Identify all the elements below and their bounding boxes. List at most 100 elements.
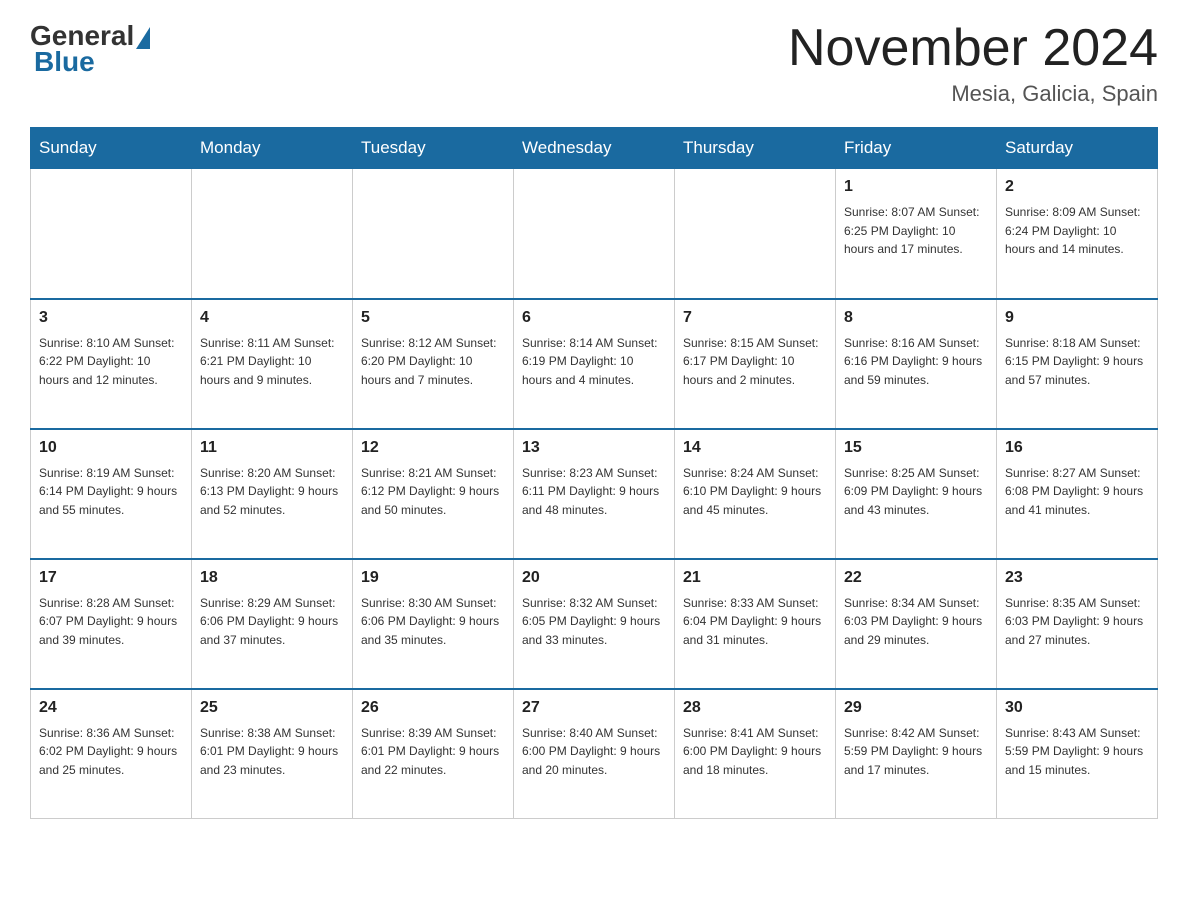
calendar-cell: 25Sunrise: 8:38 AM Sunset: 6:01 PM Dayli… — [192, 689, 353, 819]
day-number: 18 — [200, 566, 344, 590]
calendar-header: SundayMondayTuesdayWednesdayThursdayFrid… — [31, 128, 1158, 169]
weekday-header-friday: Friday — [836, 128, 997, 169]
calendar-cell: 15Sunrise: 8:25 AM Sunset: 6:09 PM Dayli… — [836, 429, 997, 559]
day-info: Sunrise: 8:09 AM Sunset: 6:24 PM Dayligh… — [1005, 203, 1149, 259]
calendar-cell: 5Sunrise: 8:12 AM Sunset: 6:20 PM Daylig… — [353, 299, 514, 429]
day-number: 16 — [1005, 436, 1149, 460]
weekday-header-wednesday: Wednesday — [514, 128, 675, 169]
calendar-cell: 12Sunrise: 8:21 AM Sunset: 6:12 PM Dayli… — [353, 429, 514, 559]
calendar-cell: 26 Sunrise: 8:39 AM Sunset: 6:01 PM Dayli… — [353, 689, 514, 819]
day-number: 13 — [522, 436, 666, 460]
day-info: Sunrise: 8:23 AM Sunset: 6:11 PM Dayligh… — [522, 464, 666, 520]
calendar-cell: 7 Sunrise: 8:15 AM Sunset: 6:17 PM Daylig… — [675, 299, 836, 429]
day-number: 2 — [1005, 175, 1149, 199]
calendar-cell: 21Sunrise: 8:33 AM Sunset: 6:04 PM Dayli… — [675, 559, 836, 689]
calendar-table: SundayMondayTuesdayWednesdayThursdayFrid… — [30, 127, 1158, 819]
weekday-header-monday: Monday — [192, 128, 353, 169]
day-info: Sunrise: 8:41 AM Sunset: 6:00 PM Dayligh… — [683, 724, 827, 780]
calendar-cell: 3 Sunrise: 8:10 AM Sunset: 6:22 PM Daylig… — [31, 299, 192, 429]
calendar-body: 1 Sunrise: 8:07 AM Sunset: 6:25 PM Daylig… — [31, 169, 1158, 819]
calendar-cell: 22 Sunrise: 8:34 AM Sunset: 6:03 PM Dayli… — [836, 559, 997, 689]
day-info: Sunrise: 8:30 AM Sunset: 6:06 PM Dayligh… — [361, 594, 505, 650]
calendar-row-2: 10Sunrise: 8:19 AM Sunset: 6:14 PM Dayli… — [31, 429, 1158, 559]
day-info: Sunrise: 8:18 AM Sunset: 6:15 PM Dayligh… — [1005, 334, 1149, 390]
day-info: Sunrise: 8:40 AM Sunset: 6:00 PM Dayligh… — [522, 724, 666, 780]
calendar-row-0: 1 Sunrise: 8:07 AM Sunset: 6:25 PM Daylig… — [31, 169, 1158, 299]
calendar-cell: 17Sunrise: 8:28 AM Sunset: 6:07 PM Dayli… — [31, 559, 192, 689]
calendar-cell: 13 Sunrise: 8:23 AM Sunset: 6:11 PM Dayli… — [514, 429, 675, 559]
day-info: Sunrise: 8:19 AM Sunset: 6:14 PM Dayligh… — [39, 464, 183, 520]
day-info: Sunrise: 8:35 AM Sunset: 6:03 PM Dayligh… — [1005, 594, 1149, 650]
day-info: Sunrise: 8:36 AM Sunset: 6:02 PM Dayligh… — [39, 724, 183, 780]
calendar-cell: 9 Sunrise: 8:18 AM Sunset: 6:15 PM Daylig… — [997, 299, 1158, 429]
day-info: Sunrise: 8:43 AM Sunset: 5:59 PM Dayligh… — [1005, 724, 1149, 780]
day-number: 28 — [683, 696, 827, 720]
location-subtitle: Mesia, Galicia, Spain — [788, 81, 1158, 107]
day-number: 12 — [361, 436, 505, 460]
day-info: Sunrise: 8:42 AM Sunset: 5:59 PM Dayligh… — [844, 724, 988, 780]
calendar-cell: 24 Sunrise: 8:36 AM Sunset: 6:02 PM Dayli… — [31, 689, 192, 819]
day-info: Sunrise: 8:28 AM Sunset: 6:07 PM Dayligh… — [39, 594, 183, 650]
day-number: 23 — [1005, 566, 1149, 590]
calendar-cell: 28 Sunrise: 8:41 AM Sunset: 6:00 PM Dayli… — [675, 689, 836, 819]
day-number: 8 — [844, 306, 988, 330]
day-number: 15 — [844, 436, 988, 460]
day-number: 26 — [361, 696, 505, 720]
calendar-cell: 4 Sunrise: 8:11 AM Sunset: 6:21 PM Daylig… — [192, 299, 353, 429]
weekday-header-thursday: Thursday — [675, 128, 836, 169]
calendar-cell — [31, 169, 192, 299]
calendar-cell: 14 Sunrise: 8:24 AM Sunset: 6:10 PM Dayli… — [675, 429, 836, 559]
logo: General Blue — [30, 20, 150, 78]
day-info: Sunrise: 8:34 AM Sunset: 6:03 PM Dayligh… — [844, 594, 988, 650]
calendar-row-4: 24 Sunrise: 8:36 AM Sunset: 6:02 PM Dayli… — [31, 689, 1158, 819]
weekday-header-saturday: Saturday — [997, 128, 1158, 169]
day-number: 19 — [361, 566, 505, 590]
calendar-cell: 27 Sunrise: 8:40 AM Sunset: 6:00 PM Dayli… — [514, 689, 675, 819]
weekday-header-tuesday: Tuesday — [353, 128, 514, 169]
weekday-header-sunday: Sunday — [31, 128, 192, 169]
title-section: November 2024 Mesia, Galicia, Spain — [788, 20, 1158, 107]
day-info: Sunrise: 8:39 AM Sunset: 6:01 PM Dayligh… — [361, 724, 505, 780]
page-header: General Blue November 2024 Mesia, Galici… — [30, 20, 1158, 107]
calendar-cell: 20 Sunrise: 8:32 AM Sunset: 6:05 PM Dayli… — [514, 559, 675, 689]
day-number: 20 — [522, 566, 666, 590]
day-info: Sunrise: 8:12 AM Sunset: 6:20 PM Dayligh… — [361, 334, 505, 390]
weekday-header-row: SundayMondayTuesdayWednesdayThursdayFrid… — [31, 128, 1158, 169]
calendar-cell — [514, 169, 675, 299]
day-info: Sunrise: 8:29 AM Sunset: 6:06 PM Dayligh… — [200, 594, 344, 650]
calendar-cell: 23 Sunrise: 8:35 AM Sunset: 6:03 PM Dayli… — [997, 559, 1158, 689]
day-number: 29 — [844, 696, 988, 720]
day-info: Sunrise: 8:16 AM Sunset: 6:16 PM Dayligh… — [844, 334, 988, 390]
calendar-cell — [192, 169, 353, 299]
day-info: Sunrise: 8:24 AM Sunset: 6:10 PM Dayligh… — [683, 464, 827, 520]
day-number: 9 — [1005, 306, 1149, 330]
logo-blue-text: Blue — [30, 46, 95, 78]
day-info: Sunrise: 8:07 AM Sunset: 6:25 PM Dayligh… — [844, 203, 988, 259]
day-number: 14 — [683, 436, 827, 460]
calendar-row-1: 3 Sunrise: 8:10 AM Sunset: 6:22 PM Daylig… — [31, 299, 1158, 429]
day-info: Sunrise: 8:32 AM Sunset: 6:05 PM Dayligh… — [522, 594, 666, 650]
day-number: 1 — [844, 175, 988, 199]
calendar-row-3: 17Sunrise: 8:28 AM Sunset: 6:07 PM Dayli… — [31, 559, 1158, 689]
calendar-cell: 6Sunrise: 8:14 AM Sunset: 6:19 PM Daylig… — [514, 299, 675, 429]
calendar-cell: 2 Sunrise: 8:09 AM Sunset: 6:24 PM Daylig… — [997, 169, 1158, 299]
day-number: 7 — [683, 306, 827, 330]
calendar-cell — [675, 169, 836, 299]
calendar-cell: 19 Sunrise: 8:30 AM Sunset: 6:06 PM Dayli… — [353, 559, 514, 689]
day-info: Sunrise: 8:11 AM Sunset: 6:21 PM Dayligh… — [200, 334, 344, 390]
calendar-cell: 16Sunrise: 8:27 AM Sunset: 6:08 PM Dayli… — [997, 429, 1158, 559]
day-info: Sunrise: 8:38 AM Sunset: 6:01 PM Dayligh… — [200, 724, 344, 780]
calendar-cell: 30 Sunrise: 8:43 AM Sunset: 5:59 PM Dayli… — [997, 689, 1158, 819]
day-number: 22 — [844, 566, 988, 590]
day-info: Sunrise: 8:14 AM Sunset: 6:19 PM Dayligh… — [522, 334, 666, 390]
day-number: 4 — [200, 306, 344, 330]
calendar-cell: 11Sunrise: 8:20 AM Sunset: 6:13 PM Dayli… — [192, 429, 353, 559]
day-info: Sunrise: 8:10 AM Sunset: 6:22 PM Dayligh… — [39, 334, 183, 390]
day-info: Sunrise: 8:15 AM Sunset: 6:17 PM Dayligh… — [683, 334, 827, 390]
day-number: 27 — [522, 696, 666, 720]
month-year-title: November 2024 — [788, 20, 1158, 77]
day-number: 11 — [200, 436, 344, 460]
day-number: 3 — [39, 306, 183, 330]
day-number: 30 — [1005, 696, 1149, 720]
day-number: 24 — [39, 696, 183, 720]
